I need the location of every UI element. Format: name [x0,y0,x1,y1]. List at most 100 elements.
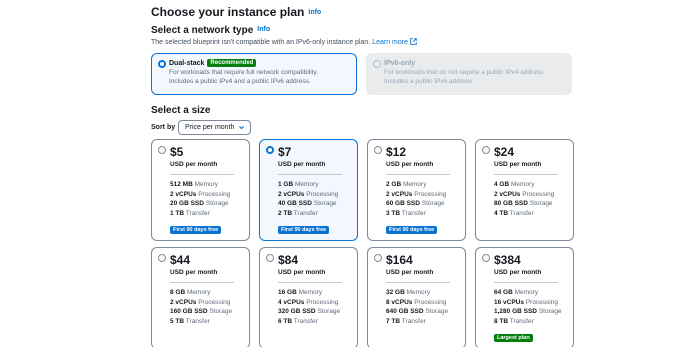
plan-radio[interactable] [482,254,490,262]
ipv6-only-description: For workloads that do not require a publ… [384,69,564,86]
plan-price-period: USD per month [278,161,326,168]
plan-badge: First 90 days free [386,226,438,234]
plan-price: $7 [278,145,292,159]
plan-badge: First 90 days free [170,226,222,234]
network-option-dual-stack[interactable]: Dual-stack Recommended For workloads that… [151,53,357,95]
plan-memory-value: 32 GB [386,289,405,296]
plan-radio[interactable] [266,254,274,262]
plan-transfer-unit: Transfer [401,209,426,217]
sort-by-value: Price per month [185,124,235,131]
plan-memory-value: 64 GB [494,289,513,296]
plan-storage-value: 40 GB SSD [278,200,312,207]
plan-transfer-value: 5 TB [170,317,185,325]
plan-transfer-value: 4 TB [494,209,509,217]
plan-card[interactable]: $384 USD per month 64 GB Memory 16 vCPUs Pr… [475,247,574,347]
plan-storage-unit: Storage [538,308,562,315]
plan-storage-value: 80 GB SSD [494,200,528,207]
network-info-link[interactable]: Info [257,26,270,33]
plan-radio[interactable] [482,146,490,154]
plan-processing-value: 8 vCPUs [386,298,413,306]
ipv6-only-radio [373,60,381,68]
plan-radio[interactable] [158,146,166,154]
recommended-badge: Recommended [207,59,257,67]
plan-radio[interactable] [374,146,382,154]
plan-processing-unit: Processing [414,190,447,198]
plan-processing: 2 vCPUs Processing [170,190,249,200]
plan-transfer-unit: Transfer [509,209,534,217]
plan-storage: 160 GB SSD Storage [170,307,249,317]
plan-processing-unit: Processing [522,190,555,198]
plan-transfer-unit: Transfer [293,209,318,217]
dual-stack-label: Dual-stack [169,60,205,67]
plan-price-period: USD per month [386,269,434,276]
plan-price: $5 [170,145,184,159]
plan-transfer: 1 TB Transfer [170,209,249,219]
plan-memory: 4 GB Memory [494,180,573,190]
plan-processing-value: 16 vCPUs [494,298,524,306]
plan-memory: 8 GB Memory [170,288,249,298]
plan-transfer: 5 TB Transfer [170,317,249,327]
page-info-link[interactable]: Info [308,9,321,16]
ipv6-only-desc-line1: For workloads that do not require a publ… [384,69,546,76]
plan-badge: Largest plan [494,334,533,342]
plan-processing: 2 vCPUs Processing [386,190,465,200]
plan-memory-unit: Memory [194,181,219,188]
plan-transfer-unit: Transfer [185,317,210,325]
plan-storage-value: 640 GB SSD [386,308,424,315]
plan-processing-unit: Processing [306,298,339,306]
plan-card[interactable]: $84 USD per month 16 GB Memory 4 vCPUs Proc… [259,247,358,347]
caret-down-icon [239,126,244,130]
plan-storage-unit: Storage [313,200,337,207]
dual-stack-radio[interactable] [158,60,166,68]
plan-divider [494,282,558,283]
plan-storage: 1,280 GB SSD Storage [494,307,573,317]
plan-memory-value: 1 GB [278,181,294,188]
plan-processing: 2 vCPUs Processing [170,298,249,308]
plan-memory: 512 MB Memory [170,180,249,190]
plan-card[interactable]: $5 USD per month 512 MB Memory 2 vCPUs Proc… [151,139,250,241]
plan-memory: 1 GB Memory [278,180,357,190]
plan-transfer-unit: Transfer [185,209,210,217]
plan-divider [278,282,342,283]
plan-card[interactable]: $164 USD per month 32 GB Memory 8 vCPUs Pro… [367,247,466,347]
plan-memory: 2 GB Memory [386,180,465,190]
learn-more-link[interactable]: Learn more [372,38,417,46]
plan-memory: 32 GB Memory [386,288,465,298]
plan-processing: 2 vCPUs Processing [494,190,573,200]
plan-card[interactable]: $12 USD per month 2 GB Memory 2 vCPUs Proce… [367,139,466,241]
plan-processing-unit: Processing [198,190,231,198]
plan-price: $24 [494,145,515,159]
plan-price: $84 [278,253,299,267]
plan-processing-value: 2 vCPUs [170,190,197,198]
plan-price: $164 [386,253,413,267]
network-type-heading-text: Select a network type [151,25,254,36]
plan-transfer: 7 TB Transfer [386,317,465,327]
plan-radio[interactable] [374,254,382,262]
plan-radio[interactable] [158,254,166,262]
plan-transfer-value: 3 TB [386,209,401,217]
plan-storage: 80 GB SSD Storage [494,199,573,209]
plan-transfer-unit: Transfer [509,317,534,325]
plan-storage: 320 GB SSD Storage [278,307,357,317]
dual-stack-description: For workloads that require full network … [169,69,349,86]
plan-radio[interactable] [266,146,274,154]
plan-card[interactable]: $24 USD per month 4 GB Memory 2 vCPUs Proce… [475,139,574,241]
plan-memory-unit: Memory [406,289,431,296]
sort-by-select[interactable]: Price per month [178,120,251,135]
plan-transfer-unit: Transfer [293,317,318,325]
dual-stack-desc-line2: Includes a public IPv4 and a public IPv6… [169,77,311,85]
external-link-icon [410,38,417,45]
plan-storage-unit: Storage [205,200,229,207]
learn-more-label[interactable]: Learn more [372,39,408,46]
plan-processing-value: 2 vCPUs [170,298,197,306]
plan-transfer: 4 TB Transfer [494,209,573,219]
plan-storage-unit: Storage [209,308,233,315]
plan-card[interactable]: $44 USD per month 8 GB Memory 2 vCPUs Proce… [151,247,250,347]
plan-divider [170,174,234,175]
plan-processing-value: 2 vCPUs [386,190,413,198]
plan-storage-unit: Storage [421,200,445,207]
plan-processing-value: 2 vCPUs [494,190,521,198]
plan-processing: 16 vCPUs Processing [494,298,573,308]
plan-card[interactable]: $7 USD per month 1 GB Memory 2 vCPUs Proces… [259,139,358,241]
plan-storage-unit: Storage [425,308,449,315]
